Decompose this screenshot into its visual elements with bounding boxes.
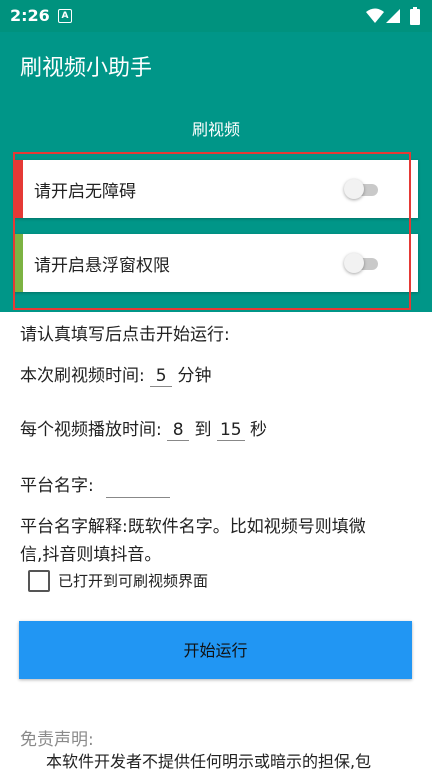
session-time-input[interactable]: 5: [150, 366, 173, 387]
battery-icon: [410, 7, 420, 25]
start-button[interactable]: 开始运行: [19, 621, 412, 679]
disclaimer-body: 本软件开发者不提供任何明示或暗示的担保,包: [46, 752, 372, 771]
play-time-label: 每个视频播放时间:: [20, 420, 162, 440]
highlight-frame: [13, 152, 411, 310]
session-time-row: 本次刷视频时间: 5 分钟: [20, 361, 212, 387]
tab-shua-shipin[interactable]: 刷视频: [0, 116, 432, 140]
status-bar: 2:26 A: [0, 0, 432, 32]
ready-checkbox[interactable]: [28, 570, 50, 592]
app-title: 刷视频小助手: [20, 56, 153, 81]
play-time-max-input[interactable]: 15: [216, 420, 245, 441]
wifi-icon: [366, 8, 384, 23]
platform-name-input[interactable]: [106, 475, 170, 498]
status-icons: [360, 6, 420, 26]
notification-icon: A: [58, 9, 72, 23]
play-time-row: 每个视频播放时间: 8 到 15 秒: [20, 415, 267, 441]
session-time-label: 本次刷视频时间:: [20, 366, 145, 386]
play-time-unit: 秒: [250, 420, 267, 440]
status-time: 2:26: [10, 6, 50, 25]
ready-checkbox-label: 已打开到可刷视频界面: [58, 572, 209, 590]
play-time-to: 到: [194, 420, 212, 440]
platform-help-line2: 信,抖音则填抖音。: [20, 545, 162, 565]
play-time-min-input[interactable]: 8: [167, 420, 190, 441]
signal-icon: [386, 9, 400, 23]
session-time-unit: 分钟: [177, 366, 212, 386]
form-intro: 请认真填写后点击开始运行:: [20, 325, 230, 345]
platform-name-label: 平台名字:: [20, 476, 94, 496]
platform-help-line1: 平台名字解释:既软件名字。比如视频号则填微: [20, 517, 366, 537]
disclaimer-title: 免责声明:: [20, 730, 94, 750]
